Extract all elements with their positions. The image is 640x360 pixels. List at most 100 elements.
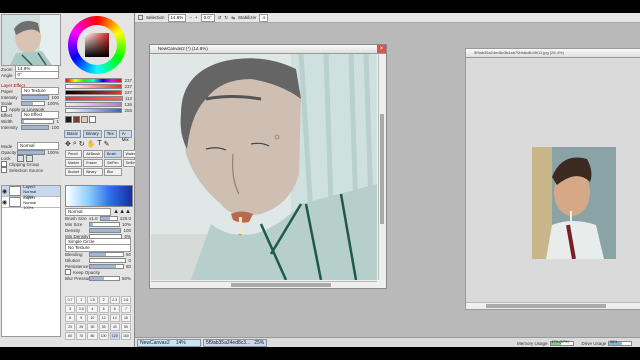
min-density-slider[interactable] bbox=[89, 233, 123, 239]
color-square[interactable] bbox=[85, 33, 109, 57]
zoom-tool-icon[interactable]: ⌕ bbox=[73, 140, 77, 148]
brush-size-preset[interactable]: 4 bbox=[87, 305, 98, 313]
brush-size-preset[interactable]: 12 bbox=[98, 314, 109, 322]
tool-marker[interactable]: Marker bbox=[65, 159, 83, 167]
eye-icon[interactable]: ◉ bbox=[2, 199, 7, 206]
value-slider[interactable] bbox=[65, 89, 123, 95]
brush-shape-icons[interactable]: ▲▲▲ bbox=[113, 209, 131, 215]
brush-size-preset[interactable]: 160 bbox=[120, 332, 131, 340]
drawing-canvas[interactable] bbox=[151, 54, 377, 280]
document-tab[interactable]: 5f9ab35a24ed8c3... 25% bbox=[203, 339, 267, 347]
brush-size-preset[interactable]: 50 bbox=[120, 323, 131, 331]
text-tool-icon[interactable]: T bbox=[97, 140, 101, 148]
lock-pixels-checkbox[interactable] bbox=[17, 154, 24, 162]
tool-eraser[interactable]: Eraser bbox=[83, 159, 103, 167]
color-swatch[interactable] bbox=[89, 116, 96, 123]
brush-tab-basic[interactable]: Basic bbox=[64, 130, 82, 138]
rotate-tool-icon[interactable]: ↻ bbox=[79, 140, 85, 148]
brush-tab-binary[interactable]: Binary bbox=[83, 130, 102, 138]
brush-size-preset[interactable]: 70 bbox=[76, 332, 87, 340]
brush-size-preset[interactable]: 14 bbox=[109, 314, 120, 322]
tool-pencil[interactable]: Pencil bbox=[65, 150, 83, 158]
brush-size-preset[interactable]: 16 bbox=[120, 314, 131, 322]
tool-selpen[interactable]: SelPen bbox=[103, 159, 122, 167]
canvas-vertical-scrollbar[interactable] bbox=[378, 54, 385, 280]
brush-size-preset[interactable]: 8 bbox=[65, 314, 76, 322]
eye-icon[interactable]: ◉ bbox=[2, 188, 7, 195]
brush-size-preset[interactable]: 2 bbox=[98, 296, 109, 304]
hue-slider[interactable] bbox=[65, 77, 123, 83]
brush-size-preset[interactable]: 25 bbox=[76, 323, 87, 331]
zoom-out-icon[interactable]: − bbox=[189, 15, 192, 20]
intensity-slider[interactable] bbox=[21, 94, 50, 100]
rotate-right-icon[interactable]: ↻ bbox=[224, 15, 228, 21]
brush-size-preset[interactable]: 2.6 bbox=[120, 296, 131, 304]
tool-bucket[interactable]: Bucket bbox=[65, 168, 83, 176]
brush-size-preset[interactable]: 10 bbox=[87, 314, 98, 322]
reference-photo[interactable] bbox=[532, 147, 616, 259]
density-slider[interactable] bbox=[89, 227, 122, 233]
tool-airbrush[interactable]: AirBrush bbox=[83, 150, 103, 158]
min-size-slider[interactable] bbox=[89, 221, 120, 227]
brush-size-preset[interactable]: 5 bbox=[98, 305, 109, 313]
brush-size-preset[interactable]: 80 bbox=[87, 332, 98, 340]
brush-size-preset[interactable]: 35 bbox=[98, 323, 109, 331]
reference-horizontal-scrollbar[interactable] bbox=[466, 302, 640, 309]
selection-source-checkbox[interactable] bbox=[1, 167, 7, 173]
brush-tab-tex[interactable]: Tex bbox=[103, 130, 117, 138]
brush-size-preset[interactable]: 1.5 bbox=[87, 296, 98, 304]
document-tab[interactable]: NewCanvas2 14% bbox=[137, 339, 201, 347]
brush-size-preset[interactable]: 7 bbox=[120, 305, 131, 313]
brush-size-preset[interactable]: 6 bbox=[109, 305, 120, 313]
tool-brush[interactable]: Brush bbox=[103, 150, 122, 158]
zoom-select[interactable]: 14.8% bbox=[167, 13, 187, 22]
layer-row[interactable]: ◉ Layer1 Normal 100% bbox=[2, 195, 60, 210]
brush-size-preset[interactable]: 120 bbox=[109, 332, 120, 340]
brush-size-preset[interactable]: 3.5 bbox=[76, 305, 87, 313]
effect-intensity-slider[interactable] bbox=[21, 124, 50, 130]
brush-size-preset[interactable]: 1 bbox=[76, 296, 87, 304]
blending-slider[interactable] bbox=[89, 251, 124, 257]
color-swatch[interactable] bbox=[73, 116, 80, 123]
brush-size-preset[interactable]: 0.7 bbox=[65, 296, 76, 304]
brush-size-preset[interactable]: 2.3 bbox=[109, 296, 120, 304]
brush-size-preset[interactable]: 40 bbox=[109, 323, 120, 331]
lock-alpha-checkbox[interactable] bbox=[26, 154, 33, 162]
brush-size-preset[interactable]: 30 bbox=[87, 323, 98, 331]
tool-binary[interactable]: Binary bbox=[83, 168, 103, 176]
navigator-thumbnail[interactable] bbox=[1, 14, 61, 66]
rotate-left-icon[interactable]: ↺ bbox=[218, 15, 222, 21]
opacity-slider[interactable] bbox=[17, 149, 46, 155]
reference-titlebar[interactable]: 5f9ab35a24ed8c3b4ab70bb6c8b4f011.jpg (25… bbox=[466, 49, 640, 58]
color-swatch[interactable] bbox=[65, 116, 72, 123]
red-slider[interactable] bbox=[65, 95, 123, 101]
brush-size-slider[interactable] bbox=[99, 215, 118, 221]
angle-field[interactable]: 0° bbox=[14, 71, 59, 79]
tool-blur[interactable]: Blur bbox=[103, 168, 122, 176]
hand-tool-icon[interactable]: ✋ bbox=[87, 140, 96, 148]
brush-size-preset[interactable]: 60 bbox=[65, 332, 76, 340]
color-wheel[interactable] bbox=[68, 16, 126, 74]
apply-linework-checkbox[interactable] bbox=[1, 106, 7, 112]
keep-opacity-checkbox[interactable] bbox=[65, 269, 71, 275]
dilution-slider[interactable] bbox=[89, 257, 127, 263]
rotation-select[interactable]: 0.0° bbox=[200, 13, 215, 22]
blur-pressure-slider[interactable] bbox=[89, 275, 120, 281]
brush-size-preset[interactable]: 9 bbox=[76, 314, 87, 322]
brush-size-multiplier[interactable]: x1.0 bbox=[89, 216, 98, 221]
width-slider[interactable] bbox=[21, 118, 55, 124]
saturation-slider[interactable] bbox=[65, 83, 123, 89]
eyedropper-icon[interactable]: ✎ bbox=[104, 140, 110, 148]
brush-size-preset[interactable]: 3 bbox=[65, 305, 76, 313]
selection-checkbox[interactable] bbox=[138, 15, 143, 20]
close-icon[interactable]: × bbox=[377, 45, 386, 53]
brush-tab-amix[interactable]: A-Mix bbox=[118, 130, 132, 142]
zoom-in-icon[interactable]: + bbox=[195, 15, 198, 20]
persistence-slider[interactable] bbox=[89, 263, 124, 269]
brush-size-preset[interactable]: 20 bbox=[65, 323, 76, 331]
color-swatch[interactable] bbox=[81, 116, 88, 123]
move-tool-icon[interactable]: ✥ bbox=[65, 140, 71, 148]
blue-slider[interactable] bbox=[65, 107, 123, 113]
stabilizer-select[interactable]: 4 bbox=[259, 13, 268, 22]
green-slider[interactable] bbox=[65, 101, 123, 107]
